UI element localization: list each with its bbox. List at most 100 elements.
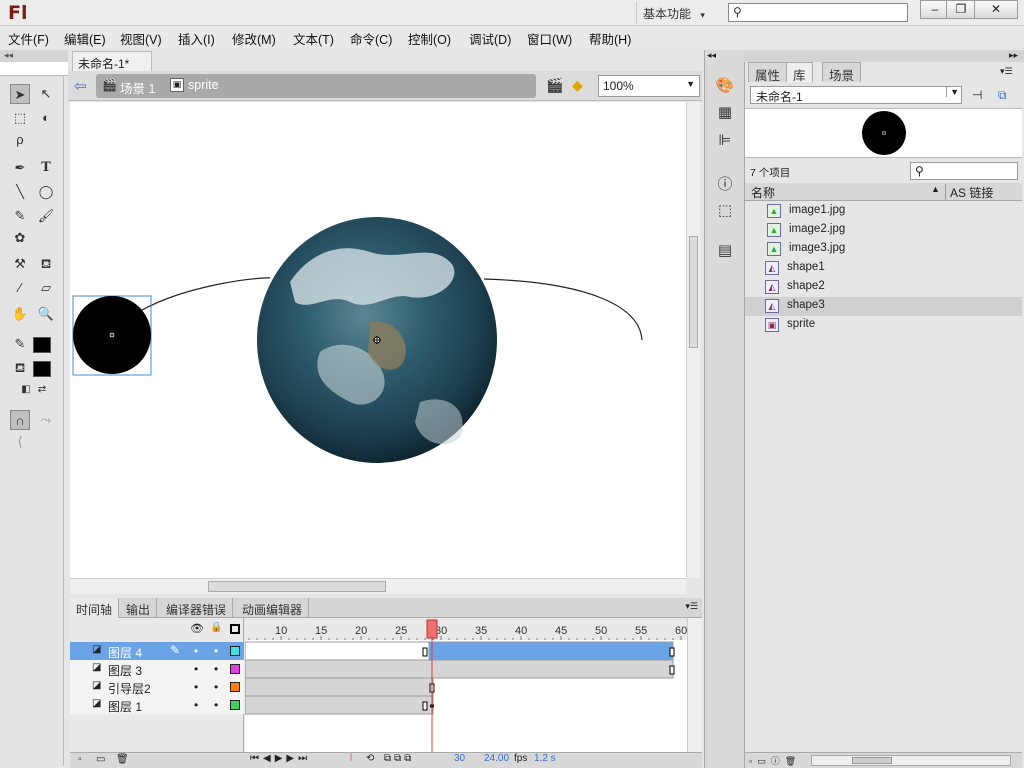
current-frame[interactable]: 30 bbox=[454, 753, 465, 764]
free-transform-tool-icon[interactable]: ⬚ bbox=[10, 108, 30, 128]
tab-library[interactable]: 库 bbox=[786, 62, 813, 83]
library-actions-icons[interactable]: ▫▭ⓘ🗑 bbox=[749, 754, 801, 767]
new-layer-icon[interactable]: ▫ bbox=[78, 754, 82, 765]
layer-color-swatch[interactable] bbox=[230, 700, 240, 710]
fill-color-swatch[interactable] bbox=[33, 361, 51, 377]
tab-properties[interactable]: 属性 bbox=[748, 62, 788, 83]
library-document-select[interactable]: 未命名-1 ▼ bbox=[750, 86, 962, 104]
lock-dot[interactable]: • bbox=[214, 680, 218, 694]
layer-color-swatch[interactable] bbox=[230, 682, 240, 692]
layer-row[interactable]: ◪ 图层 4 ✎ • • bbox=[70, 642, 244, 660]
delete-layer-icon[interactable]: 🗑 bbox=[116, 754, 129, 765]
visibility-dot[interactable]: • bbox=[194, 680, 198, 694]
menu-control[interactable]: 控制(O) bbox=[408, 29, 451, 48]
help-search-input[interactable]: ⚲ bbox=[728, 3, 908, 22]
zoom-select[interactable]: 100% ▼ bbox=[598, 75, 700, 97]
visibility-dot[interactable]: • bbox=[194, 644, 198, 658]
menu-window[interactable]: 窗口(W) bbox=[527, 29, 572, 48]
library-item[interactable]: ◭ shape2 bbox=[745, 278, 1022, 297]
menu-modify[interactable]: 修改(M) bbox=[232, 29, 276, 48]
visibility-dot[interactable]: • bbox=[194, 698, 198, 712]
menu-commands[interactable]: 命令(C) bbox=[350, 29, 392, 48]
library-search-input[interactable]: ⚲ bbox=[910, 162, 1018, 180]
column-name[interactable]: 名称 bbox=[751, 184, 775, 201]
panel-menu-icon[interactable]: ▾☰ bbox=[1000, 66, 1013, 77]
layer-color-swatch[interactable] bbox=[230, 664, 240, 674]
info-icon[interactable]: ⓘ bbox=[713, 173, 737, 195]
vertical-scrollbar[interactable] bbox=[686, 102, 700, 578]
column-linkage[interactable]: AS 链接 bbox=[945, 184, 993, 201]
paint-bucket-tool-icon[interactable]: ⛾ bbox=[36, 254, 56, 274]
library-item[interactable]: ◭ shape3 bbox=[745, 297, 1022, 316]
close-button[interactable]: ✕ bbox=[974, 0, 1018, 19]
selection-tool-icon[interactable]: ➤ bbox=[10, 84, 30, 104]
brush-tool-icon[interactable]: 🖌 bbox=[36, 206, 56, 226]
pen-tool-icon[interactable]: ✒ bbox=[10, 158, 30, 178]
deco-tool-icon[interactable]: ✿ bbox=[10, 228, 30, 248]
straighten-icon[interactable]: ⟨ bbox=[10, 432, 30, 452]
pencil-tool-icon[interactable]: ✎ bbox=[10, 206, 30, 226]
text-tool-icon[interactable]: T bbox=[36, 158, 56, 178]
library-item[interactable]: ▲ image3.jpg bbox=[745, 240, 1022, 259]
onion-skin-icons[interactable]: ⧉⧉⧉ bbox=[384, 753, 414, 764]
tab-output[interactable]: 输出 bbox=[120, 598, 158, 618]
line-tool-icon[interactable]: ╲ bbox=[10, 182, 30, 202]
layer-row[interactable]: ◪ 图层 3 • • bbox=[70, 660, 244, 678]
loop-icon[interactable]: ⟲ bbox=[366, 753, 374, 764]
new-folder-icon[interactable]: ▭ bbox=[96, 754, 105, 765]
subselection-tool-icon[interactable]: ↖ bbox=[36, 84, 56, 104]
restore-button[interactable]: ❐ bbox=[946, 0, 976, 19]
library-horizontal-scrollbar[interactable] bbox=[811, 755, 1011, 766]
tab-motion-editor[interactable]: 动画编辑器 bbox=[236, 598, 310, 618]
menu-insert[interactable]: 插入(I) bbox=[178, 29, 215, 48]
lock-dot[interactable]: • bbox=[214, 662, 218, 676]
library-item[interactable]: ▲ image1.jpg bbox=[745, 202, 1022, 221]
tab-scene[interactable]: 场景 bbox=[822, 62, 862, 83]
layer-row[interactable]: ◪ 图层 1 • • bbox=[70, 696, 244, 714]
eraser-tool-icon[interactable]: ▱ bbox=[36, 278, 56, 298]
edit-symbol-icon[interactable]: ◆ bbox=[572, 77, 583, 94]
workspace-switcher[interactable]: 基本功能 ▾ bbox=[636, 2, 711, 24]
timeline-vertical-scrollbar[interactable] bbox=[687, 618, 702, 752]
transform-icon[interactable]: ⬚ bbox=[713, 201, 737, 223]
scroll-thumb[interactable] bbox=[689, 236, 698, 348]
frame-rate[interactable]: 24.00 bbox=[484, 753, 509, 764]
stroke-color-swatch[interactable] bbox=[33, 337, 51, 353]
visibility-dot[interactable]: • bbox=[194, 662, 198, 676]
snap-magnet-icon[interactable]: ∩ bbox=[10, 410, 30, 430]
lasso-tool-icon[interactable]: ρ bbox=[10, 130, 30, 150]
lock-dot[interactable]: • bbox=[214, 698, 218, 712]
breadcrumb-scene[interactable]: 场景 1 bbox=[120, 78, 155, 97]
tab-compiler-errors[interactable]: 编译器错误 bbox=[160, 598, 234, 618]
color-palette-icon[interactable]: 🎨 bbox=[713, 76, 737, 98]
menu-edit[interactable]: 编辑(E) bbox=[64, 29, 106, 48]
menu-help[interactable]: 帮助(H) bbox=[589, 29, 631, 48]
outline-icon[interactable] bbox=[230, 624, 240, 634]
3d-rotation-tool-icon[interactable]: ◐ bbox=[36, 108, 56, 128]
components-icon[interactable]: ▤ bbox=[713, 241, 737, 263]
layer-row[interactable]: ◪ 引导层2 • • bbox=[70, 678, 244, 696]
pin-icon[interactable]: ⊣ bbox=[972, 88, 982, 102]
library-item[interactable]: ◭ shape1 bbox=[745, 259, 1022, 278]
bone-tool-icon[interactable]: ⚒ bbox=[10, 254, 30, 274]
breadcrumb-symbol[interactable]: sprite bbox=[188, 78, 219, 92]
edit-scene-icon[interactable]: 🎬 bbox=[546, 77, 563, 94]
hand-tool-icon[interactable]: ✋ bbox=[10, 304, 30, 324]
tab-timeline[interactable]: 时间轴 bbox=[70, 598, 120, 618]
menu-text[interactable]: 文本(T) bbox=[293, 29, 334, 48]
sort-icon[interactable]: ▲ bbox=[931, 184, 940, 194]
playback-controls[interactable]: ⏮◀▶▶⏭ bbox=[250, 753, 311, 764]
document-tab[interactable]: 未命名-1* × bbox=[72, 51, 152, 86]
stage[interactable] bbox=[70, 102, 686, 578]
collapse-icon[interactable]: ◂◂ bbox=[707, 50, 716, 61]
swap-colors-icon[interactable]: ⇄ bbox=[32, 380, 52, 400]
smooth-icon[interactable]: ⤳ bbox=[36, 410, 56, 430]
lock-icon[interactable]: 🔒 bbox=[210, 622, 222, 633]
expand-icon[interactable]: ▸▸ bbox=[1009, 50, 1018, 61]
align-icon[interactable]: ⊫ bbox=[713, 131, 737, 153]
horizontal-scrollbar[interactable] bbox=[70, 578, 686, 594]
panel-menu-icon[interactable]: ▾☰ bbox=[685, 601, 698, 612]
eye-icon[interactable]: 👁 bbox=[190, 622, 204, 635]
frame-grid[interactable]: 10 15 20 25 30 35 40 45 50 55 60 bbox=[208, 618, 687, 756]
zoom-tool-icon[interactable]: 🔍 bbox=[36, 304, 56, 324]
